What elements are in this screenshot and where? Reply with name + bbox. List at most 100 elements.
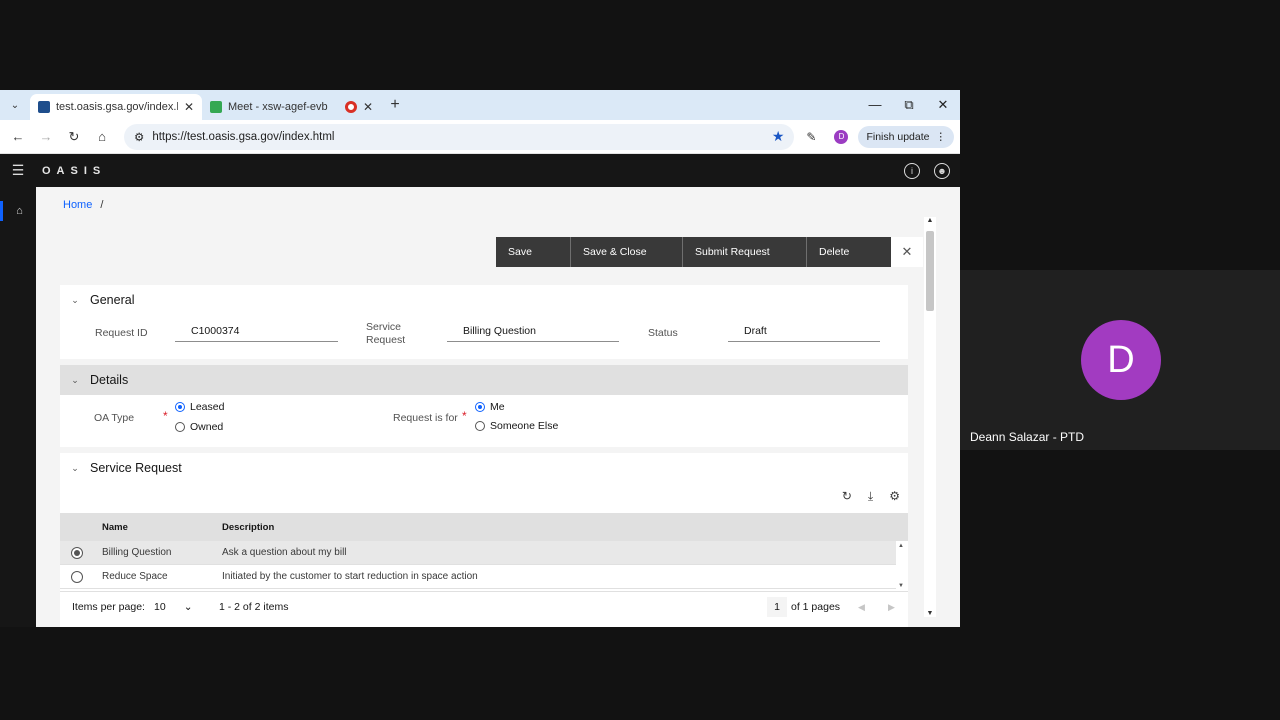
details-section: OA Type * Leased Owned Request is for *: [60, 395, 908, 447]
request-for-me-radio[interactable]: Me: [475, 401, 505, 413]
tab-meet[interactable]: Meet - xsw-agef-evb: [202, 94, 337, 120]
tab-strip: ⌄ test.oasis.gsa.gov/index.html ✕ Meet -…: [0, 90, 960, 120]
row-name: Billing Question: [102, 547, 172, 558]
bookmark-star-icon[interactable]: ★: [772, 128, 785, 145]
app-header: ☰ OASIS i ☻: [0, 154, 960, 187]
status-field[interactable]: Draft: [728, 320, 880, 342]
required-asterisk: *: [163, 409, 168, 423]
download-icon[interactable]: ⤓: [868, 489, 873, 504]
settings-gear-icon[interactable]: ⚙: [889, 489, 900, 504]
delete-button[interactable]: Delete: [807, 237, 891, 267]
tab-search-icon[interactable]: ⌄: [0, 100, 30, 111]
oa-option-leased: Leased: [190, 401, 225, 413]
kebab-menu-icon: ⋮: [935, 130, 947, 143]
radio-selected-icon: [475, 402, 485, 412]
row-radio-selected-icon[interactable]: [71, 546, 83, 559]
items-per-page-label: Items per page:: [72, 601, 145, 613]
site-info-icon[interactable]: ⚙: [134, 130, 144, 144]
items-range: 1 - 2 of 2 items: [219, 601, 289, 613]
row-description: Ask a question about my bill: [222, 547, 347, 558]
row-description: Initiated by the customer to start reduc…: [222, 571, 478, 582]
minimize-icon[interactable]: —: [858, 97, 892, 113]
chevron-down-icon: ⌄: [71, 462, 79, 473]
general-section: ⌄ General Request ID C1000374 Service Re…: [60, 285, 908, 359]
finish-update-label: Finish update: [866, 130, 930, 143]
row-radio-unselected-icon[interactable]: [71, 570, 83, 583]
reload-icon[interactable]: ↻: [62, 129, 86, 145]
address-bar[interactable]: ⚙ https://test.oasis.gsa.gov/index.html …: [124, 123, 795, 150]
chevron-down-icon: ⌄: [71, 374, 79, 385]
items-per-page-select[interactable]: 10 ⌄: [154, 592, 193, 622]
breadcrumb-separator: /: [100, 199, 104, 211]
tab-recording[interactable]: ✕: [337, 94, 379, 120]
hamburger-menu-icon[interactable]: ☰: [0, 162, 36, 179]
required-asterisk: *: [462, 409, 467, 423]
page-scrollbar[interactable]: ▲ ▼: [924, 217, 936, 617]
scroll-down-icon[interactable]: ▼: [924, 610, 936, 617]
extensions-icon[interactable]: ✎: [798, 130, 824, 144]
oa-type-leased-radio[interactable]: Leased: [175, 401, 224, 413]
refresh-icon[interactable]: ↻: [842, 489, 852, 504]
user-account-icon[interactable]: ☻: [934, 162, 950, 179]
home-icon[interactable]: ⌂: [90, 129, 114, 144]
table-row[interactable]: Reduce Space Initiated by the customer t…: [60, 565, 896, 589]
next-page-icon[interactable]: ▶: [888, 592, 895, 622]
new-tab-button[interactable]: +: [385, 96, 405, 114]
of-pages-label: of 1 pages: [791, 601, 841, 613]
browser-window: ⌄ test.oasis.gsa.gov/index.html ✕ Meet -…: [0, 90, 960, 627]
tab-oasis[interactable]: test.oasis.gsa.gov/index.html ✕: [30, 94, 202, 120]
scroll-up-icon[interactable]: ▲: [898, 543, 904, 549]
close-window-icon[interactable]: ✕: [926, 97, 960, 113]
info-icon[interactable]: i: [904, 162, 920, 179]
restore-icon[interactable]: ⧉: [892, 97, 926, 113]
column-header-description[interactable]: Description: [222, 513, 274, 541]
submit-request-button[interactable]: Submit Request: [683, 237, 807, 267]
window-controls: — ⧉ ✕: [858, 97, 960, 113]
oa-option-owned: Owned: [190, 421, 224, 433]
general-title: General: [90, 293, 135, 307]
details-title: Details: [90, 373, 129, 387]
service-request-field[interactable]: Billing Question: [447, 320, 619, 342]
home-rail-icon[interactable]: ⌂: [0, 201, 36, 221]
pagination-bar: Items per page: 10 ⌄ 1 - 2 of 2 items 1 …: [60, 591, 908, 621]
general-header[interactable]: ⌄ General: [60, 285, 908, 315]
main-content: Home / Save Save & Close Submit Request …: [36, 187, 924, 627]
finish-update-button[interactable]: Finish update ⋮: [858, 125, 954, 148]
close-form-icon[interactable]: ✕: [891, 237, 923, 267]
grid-scrollbar[interactable]: ▲ ▼: [896, 541, 908, 589]
action-bar: Save Save & Close Submit Request Delete …: [496, 237, 923, 267]
scrollbar-thumb[interactable]: [926, 231, 934, 311]
prev-page-icon[interactable]: ◀: [858, 592, 865, 622]
close-tab-icon[interactable]: ✕: [184, 100, 194, 114]
url-text: https://test.oasis.gsa.gov/index.html: [152, 130, 335, 143]
breadcrumb-home-link[interactable]: Home: [63, 199, 92, 211]
request-for-someone-else-radio[interactable]: Someone Else: [475, 420, 558, 432]
browser-toolbar: ← → ↻ ⌂ ⚙ https://test.oasis.gsa.gov/ind…: [0, 120, 960, 154]
table-row[interactable]: Billing Question Ask a question about my…: [60, 541, 896, 565]
profile-avatar[interactable]: D: [834, 129, 849, 144]
oasis-logo: OASIS: [42, 164, 107, 177]
forward-icon[interactable]: →: [34, 129, 58, 144]
scroll-down-icon[interactable]: ▼: [898, 583, 904, 589]
save-button[interactable]: Save: [496, 237, 571, 267]
service-request-header[interactable]: ⌄ Service Request: [60, 453, 908, 483]
scroll-up-icon[interactable]: ▲: [924, 217, 936, 224]
back-icon[interactable]: ←: [6, 129, 30, 144]
oa-type-owned-radio[interactable]: Owned: [175, 421, 223, 433]
radio-unselected-icon: [475, 421, 485, 431]
grid-toolbar: ↻ ⤓ ⚙: [842, 489, 900, 504]
tab-title: test.oasis.gsa.gov/index.html: [56, 101, 178, 113]
column-header-name[interactable]: Name: [102, 513, 128, 541]
recording-icon: [345, 101, 357, 113]
request-id-field[interactable]: C1000374: [175, 320, 338, 342]
meet-favicon-icon: [210, 101, 222, 113]
request-for-option-someone-else: Someone Else: [490, 420, 559, 432]
request-for-option-me: Me: [490, 401, 505, 413]
chevron-down-icon: ⌄: [71, 294, 79, 305]
details-header[interactable]: ⌄ Details: [60, 365, 908, 395]
request-for-label: Request is for: [393, 412, 458, 424]
save-close-button[interactable]: Save & Close: [571, 237, 683, 267]
close-tab-icon[interactable]: ✕: [363, 100, 373, 114]
row-name: Reduce Space: [102, 571, 168, 582]
page-number-input[interactable]: 1: [767, 597, 787, 617]
